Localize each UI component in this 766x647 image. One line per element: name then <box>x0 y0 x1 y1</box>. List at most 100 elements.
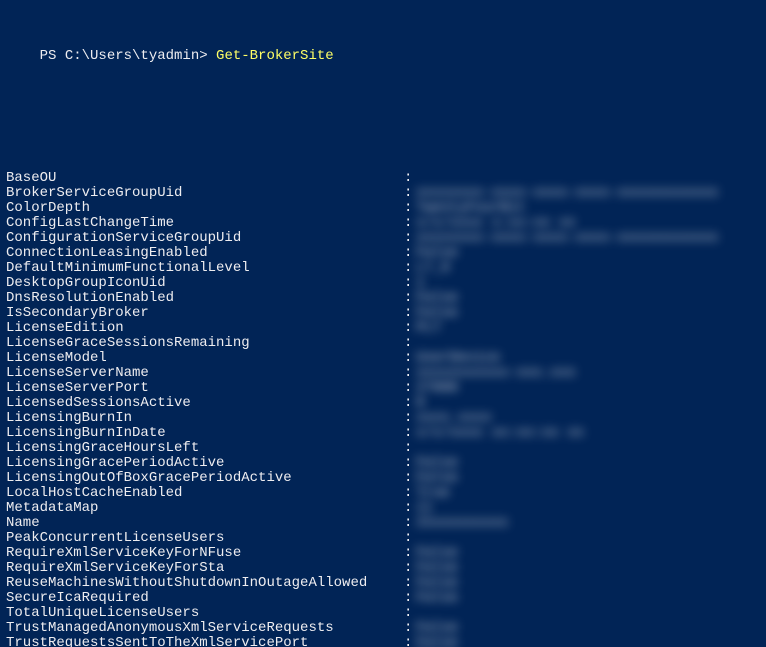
property-key: BrokerServiceGroupUid <box>6 186 404 201</box>
property-key: LicenseServerPort <box>6 381 404 396</box>
property-value: x/x/xxxx x:xx:xx xx <box>416 216 760 231</box>
colon: : <box>404 426 416 441</box>
property-value: 1 <box>416 276 760 291</box>
property-key: ConnectionLeasingEnabled <box>6 246 404 261</box>
property-key: LicensingBurnIn <box>6 411 404 426</box>
colon: : <box>404 531 416 546</box>
property-value: False <box>416 591 760 606</box>
colon: : <box>404 186 416 201</box>
colon: : <box>404 351 416 366</box>
property-value: False <box>416 456 760 471</box>
property-row: SecureIcaRequired:False <box>6 591 760 606</box>
property-row: LicensingBurnInDate:x/x/xxxx xx:xx:xx xx <box>6 426 760 441</box>
property-row: LicenseModel:UserDevice <box>6 351 760 366</box>
colon: : <box>404 321 416 336</box>
property-key: SecureIcaRequired <box>6 591 404 606</box>
colon: : <box>404 441 416 456</box>
colon: : <box>404 381 416 396</box>
colon: : <box>404 471 416 486</box>
property-row: LicenseServerPort:27000 <box>6 381 760 396</box>
property-value: TwentyFourBit <box>416 201 760 216</box>
colon: : <box>404 546 416 561</box>
property-key: IsSecondaryBroker <box>6 306 404 321</box>
property-key: LicenseGraceSessionsRemaining <box>6 336 404 351</box>
property-row: Name:xxxxxxxxxxx <box>6 516 760 531</box>
property-value: UserDevice <box>416 351 760 366</box>
property-row: IsSecondaryBroker:False <box>6 306 760 321</box>
property-key: PeakConcurrentLicenseUsers <box>6 531 404 546</box>
property-key: LicensingGracePeriodActive <box>6 456 404 471</box>
colon: : <box>404 456 416 471</box>
property-value: False <box>416 306 760 321</box>
property-value: False <box>416 246 760 261</box>
property-value: True <box>416 486 760 501</box>
property-value: False <box>416 471 760 486</box>
property-key: LicenseServerName <box>6 366 404 381</box>
property-row: RequireXmlServiceKeyForSta:False <box>6 561 760 576</box>
property-value: xxxxxxxxxxx <box>416 516 760 531</box>
colon: : <box>404 276 416 291</box>
property-key: DefaultMinimumFunctionalLevel <box>6 261 404 276</box>
colon: : <box>404 201 416 216</box>
prompt-line: PS C:\Users\tyadmin> Get-BrokerSite <box>6 34 760 79</box>
property-row: MetadataMap:{} <box>6 501 760 516</box>
property-value: L7_9 <box>416 261 760 276</box>
property-key: LicenseEdition <box>6 321 404 336</box>
property-value: x/x/xxxx xx:xx:xx xx <box>416 426 760 441</box>
property-row: LocalHostCacheEnabled:True <box>6 486 760 501</box>
colon: : <box>404 501 416 516</box>
property-row: LicensingGraceHoursLeft: <box>6 441 760 456</box>
output-properties: BaseOU:BrokerServiceGroupUid:xxxxxxxx-xx… <box>6 171 760 647</box>
property-row: LicensingOutOfBoxGracePeriodActive:False <box>6 471 760 486</box>
property-row: RequireXmlServiceKeyForNFuse:False <box>6 546 760 561</box>
colon: : <box>404 216 416 231</box>
property-key: ReuseMachinesWithoutShutdownInOutageAllo… <box>6 576 404 591</box>
colon: : <box>404 246 416 261</box>
blank-space <box>6 111 760 141</box>
property-value: xxxxxxxxxxx-xxx.xxx <box>416 366 760 381</box>
property-row: ReuseMachinesWithoutShutdownInOutageAllo… <box>6 576 760 591</box>
property-value: xxxxxxxx-xxxx-xxxx-xxxx-xxxxxxxxxxxx <box>416 186 760 201</box>
colon: : <box>404 486 416 501</box>
property-row: TotalUniqueLicenseUsers: <box>6 606 760 621</box>
property-key: ConfigLastChangeTime <box>6 216 404 231</box>
property-row: PeakConcurrentLicenseUsers: <box>6 531 760 546</box>
colon: : <box>404 231 416 246</box>
property-key: MetadataMap <box>6 501 404 516</box>
property-row: LicenseGraceSessionsRemaining: <box>6 336 760 351</box>
property-key: RequireXmlServiceKeyForNFuse <box>6 546 404 561</box>
property-key: TrustRequestsSentToTheXmlServicePort <box>6 636 404 647</box>
property-value: 27000 <box>416 381 760 396</box>
property-key: BaseOU <box>6 171 404 186</box>
property-value: {} <box>416 501 760 516</box>
property-value: False <box>416 546 760 561</box>
colon: : <box>404 411 416 426</box>
property-key: LicensingOutOfBoxGracePeriodActive <box>6 471 404 486</box>
property-row: BaseOU: <box>6 171 760 186</box>
powershell-terminal[interactable]: PS C:\Users\tyadmin> Get-BrokerSite Base… <box>0 0 766 647</box>
colon: : <box>404 336 416 351</box>
property-key: LicensingBurnInDate <box>6 426 404 441</box>
colon: : <box>404 606 416 621</box>
property-row: TrustManagedAnonymousXmlServiceRequests:… <box>6 621 760 636</box>
property-value: False <box>416 561 760 576</box>
property-value: 0 <box>416 396 760 411</box>
property-key: LicensedSessionsActive <box>6 396 404 411</box>
prompt-prefix: PS C:\Users\tyadmin> <box>40 48 216 64</box>
property-value: PLT <box>416 321 760 336</box>
colon: : <box>404 561 416 576</box>
colon: : <box>404 621 416 636</box>
property-row: ColorDepth:TwentyFourBit <box>6 201 760 216</box>
colon: : <box>404 291 416 306</box>
property-row: BrokerServiceGroupUid:xxxxxxxx-xxxx-xxxx… <box>6 186 760 201</box>
colon: : <box>404 591 416 606</box>
property-row: LicensedSessionsActive:0 <box>6 396 760 411</box>
property-row: DnsResolutionEnabled:False <box>6 291 760 306</box>
property-row: LicensingBurnIn:xxxx.xxxx <box>6 411 760 426</box>
property-value: False <box>416 636 760 647</box>
colon: : <box>404 516 416 531</box>
property-key: DesktopGroupIconUid <box>6 276 404 291</box>
property-key: TotalUniqueLicenseUsers <box>6 606 404 621</box>
property-key: LicensingGraceHoursLeft <box>6 441 404 456</box>
property-value: False <box>416 576 760 591</box>
